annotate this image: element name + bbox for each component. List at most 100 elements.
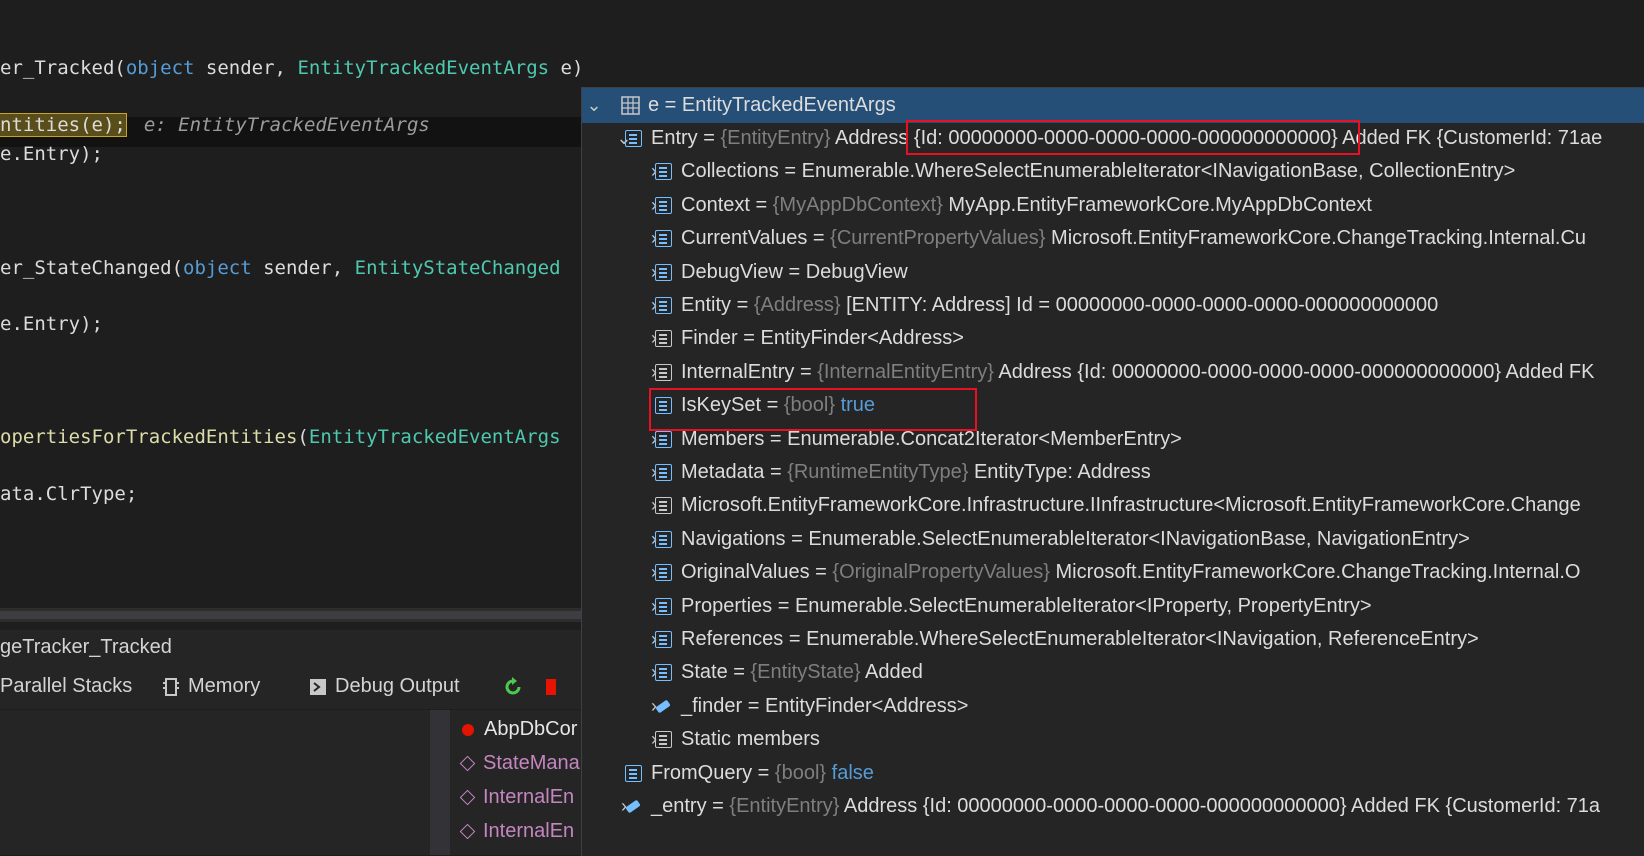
datatip-popup[interactable]: ⌄ e = EntityTrackedEventArgs ⌄ Entry = {E… — [581, 87, 1644, 856]
code-line[interactable]: ntities(e); e: EntityTrackedEventArgs — [0, 113, 430, 137]
inline-value-hint: e: EntityTrackedEventArgs — [143, 114, 430, 136]
code-line[interactable]: e.Entry); — [0, 143, 103, 165]
member-name: Microsoft.EntityFrameworkCore.Infrastruc… — [681, 494, 1581, 517]
call-stack-pane: AbpDbCor StateMana InternalEn InternalEn — [0, 710, 581, 855]
member-value: Enumerable.WhereSelectEnumerableIterator… — [801, 160, 1516, 183]
member-value: Address {Id: 00000000-0000-0000-0000-000… — [998, 360, 1595, 383]
call-stack-frame-label: AbpDbCor — [484, 718, 578, 740]
datatip-row-text: Navigations = Enumerable.SelectEnumerabl… — [681, 527, 1470, 550]
code-line[interactable]: er_Tracked(object sender, EntityTrackedE… — [0, 57, 581, 79]
datatip-root-row[interactable]: ⌄ e = EntityTrackedEventArgs — [582, 88, 1644, 123]
memory-icon — [163, 677, 179, 696]
member-name: Finder — [681, 327, 738, 350]
datatip-row[interactable]: › Metadata = {RuntimeEntityType} EntityTy… — [582, 455, 1644, 490]
datatip-row[interactable]: › OriginalValues = {OriginalPropertyValue… — [582, 555, 1644, 590]
member-value: Address {Id: 00000000-0000-0000-0000-000… — [843, 795, 1601, 817]
datatip-row[interactable]: › Microsoft.EntityFrameworkCore.Infrastru… — [582, 488, 1644, 523]
datatip-row-text: _finder = EntityFinder<Address> — [681, 694, 969, 717]
datatip-row[interactable]: › _finder = EntityFinder<Address> — [582, 689, 1644, 724]
private-property-icon — [655, 497, 672, 515]
property-icon — [655, 263, 672, 281]
property-icon — [655, 297, 672, 314]
member-name: DebugView — [681, 260, 783, 283]
datatip-row[interactable]: › CurrentValues = {CurrentPropertyValues}… — [582, 221, 1644, 256]
refresh-button[interactable] — [502, 664, 524, 709]
scrollbar-thumb[interactable] — [0, 611, 581, 619]
code-token: EntityTrackedEventArgs — [308, 426, 561, 448]
code-token: ( — [297, 426, 309, 448]
datatip-row[interactable]: › Collections = Enumerable.WhereSelectEnu… — [582, 154, 1644, 189]
datatip-row[interactable]: › References = Enumerable.WhereSelectEnum… — [582, 622, 1644, 657]
datatip-row-text: InternalEntry = {InternalEntityEntry} Ad… — [681, 360, 1595, 383]
member-type: {InternalEntityEntry} — [817, 360, 994, 383]
code-token: sender, — [251, 257, 355, 279]
call-stack-gutter — [430, 710, 450, 855]
member-value: MyApp.EntityFrameworkCore.MyAppDbContext — [948, 193, 1372, 216]
call-stack-frame-label: InternalEn — [483, 786, 575, 808]
call-stack-frame[interactable]: AbpDbCor — [462, 712, 577, 746]
datatip-row[interactable]: › State = {EntityState} Added — [582, 655, 1644, 690]
code-line[interactable]: er_StateChanged(object sender, EntitySta… — [0, 257, 561, 279]
call-stack-frame[interactable]: StateMana — [459, 746, 580, 780]
current-frame-icon — [462, 723, 474, 736]
datatip-row[interactable]: › Finder = EntityFinder<Address> — [582, 321, 1644, 356]
property-icon — [655, 530, 672, 548]
call-stack-frame[interactable]: InternalEn — [459, 780, 575, 814]
code-editor[interactable]: er_Tracked(object sender, EntityTrackedE… — [0, 0, 581, 608]
frame-diamond-icon — [459, 823, 476, 840]
root-var-name: e — [648, 94, 660, 116]
horizontal-scrollbar[interactable] — [0, 608, 581, 622]
call-stack-frame[interactable]: InternalEn — [459, 814, 575, 848]
datatip-row[interactable]: › Context = {MyAppDbContext} MyApp.Entity… — [582, 188, 1644, 223]
frame-diamond-icon — [459, 755, 476, 772]
datatip-row[interactable]: › Static members — [582, 722, 1644, 757]
stop-button[interactable] — [546, 664, 556, 709]
code-token: EntityStateChanged — [354, 257, 561, 279]
member-name: _finder — [681, 694, 743, 717]
datatip-row[interactable]: › DebugView = DebugView — [582, 255, 1644, 290]
breadcrumb[interactable]: geTracker_Tracked — [0, 630, 581, 664]
refresh-icon — [505, 676, 521, 695]
memory-label: Memory — [188, 675, 261, 697]
datatip-row-text: Metadata = {RuntimeEntityType} EntityTyp… — [681, 461, 1151, 483]
member-name: References — [681, 628, 784, 650]
datatip-row[interactable]: › InternalEntry = {InternalEntityEntry} A… — [582, 355, 1644, 390]
memory-tab[interactable]: Memory — [162, 664, 260, 709]
datatip-row-text: Finder = EntityFinder<Address> — [681, 327, 964, 350]
private-property-icon — [655, 363, 672, 381]
stop-icon — [546, 678, 556, 695]
root-var-value: EntityTrackedEventArgs — [681, 94, 896, 116]
code-token: object — [125, 57, 195, 79]
datatip-row-text: Collections = Enumerable.WhereSelectEnum… — [681, 160, 1516, 183]
member-type: {bool} — [774, 761, 827, 784]
code-line[interactable]: opertiesForTrackedEntities(EntityTracked… — [0, 426, 561, 448]
datatip-row[interactable]: FromQuery = {bool} false — [582, 756, 1644, 791]
datatip-row[interactable]: › Entity = {Address} [ENTITY: Address] Id… — [582, 288, 1644, 323]
property-icon — [625, 764, 642, 782]
code-token: sender, — [194, 57, 298, 79]
member-value: Enumerable.SelectEnumerableIterator<INav… — [808, 527, 1470, 550]
datatip-row[interactable]: › _entry = {EntityEntry} Address {Id: 000… — [582, 789, 1644, 824]
code-token: ntities(e); — [0, 113, 127, 137]
code-token: e) — [549, 57, 581, 79]
code-token: e.Entry); — [0, 313, 103, 335]
chevron-down-icon[interactable]: ⌄ — [586, 88, 602, 123]
call-stack-frame-label: InternalEn — [483, 820, 575, 842]
parallel-stacks-tab[interactable]: Parallel Stacks — [0, 664, 132, 709]
member-name: _entry — [651, 795, 707, 817]
property-icon — [655, 163, 672, 181]
debug-output-tab[interactable]: Debug Output — [309, 664, 460, 709]
member-value: EntityType: Address — [973, 461, 1151, 483]
code-line[interactable]: e.Entry); — [0, 313, 103, 335]
datatip-row[interactable]: › Properties = Enumerable.SelectEnumerabl… — [582, 589, 1644, 624]
code-token: EntityTrackedEventArgs — [297, 57, 550, 79]
property-icon — [655, 564, 672, 582]
datatip-row[interactable]: › Navigations = Enumerable.SelectEnumerab… — [582, 522, 1644, 557]
member-name: Entity — [681, 294, 732, 316]
member-name: Collections — [681, 160, 779, 183]
member-value: Enumerable.SelectEnumerableIterator<IPro… — [794, 594, 1372, 617]
member-type: {RuntimeEntityType} — [787, 461, 969, 483]
datatip-row-text: OriginalValues = {OriginalPropertyValues… — [681, 561, 1581, 584]
member-name: Navigations — [681, 527, 786, 550]
code-line[interactable]: ata.ClrType; — [0, 483, 137, 505]
